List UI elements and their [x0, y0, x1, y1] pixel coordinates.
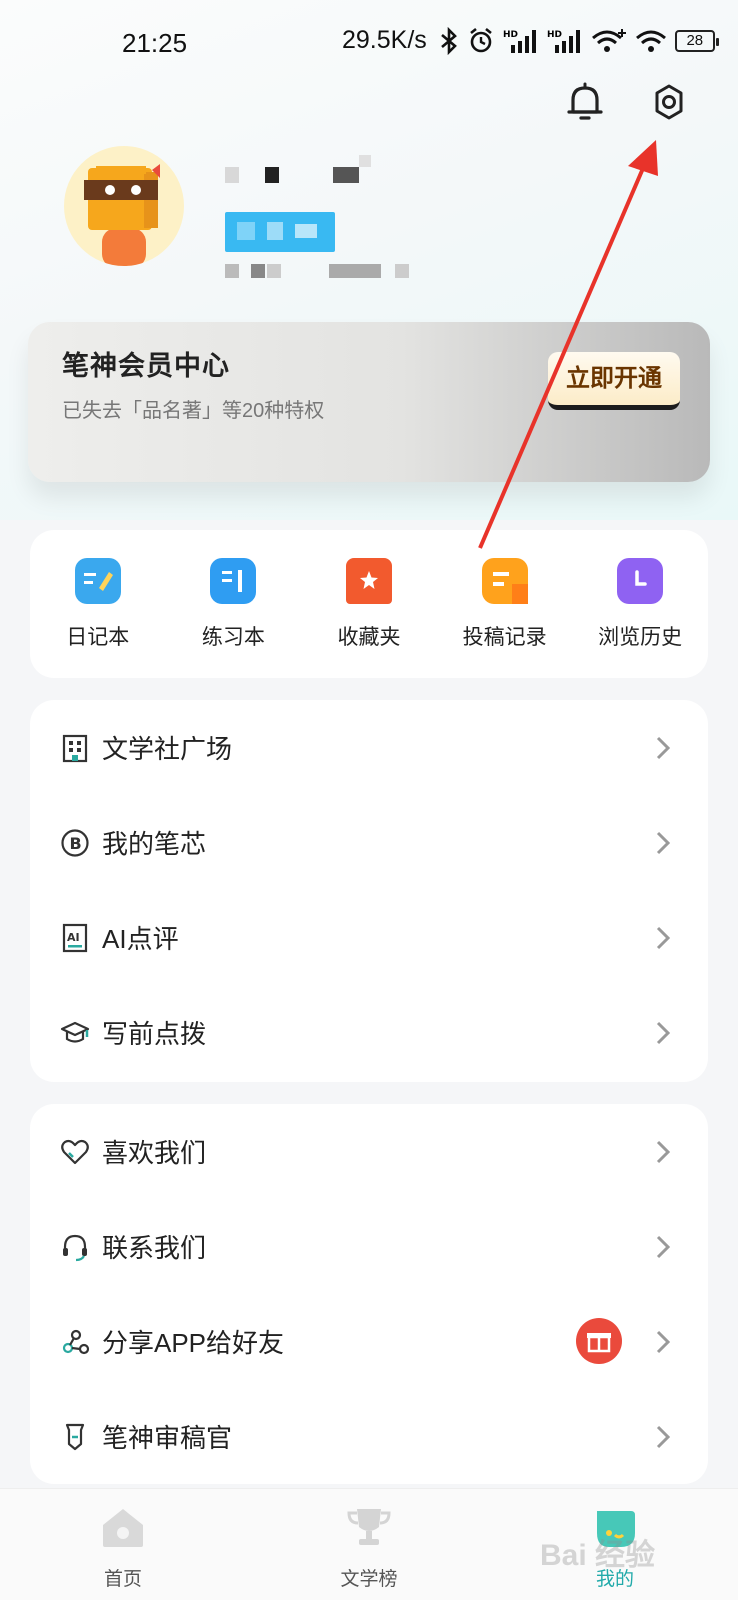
quick-item-submissions[interactable]: 投稿记录	[437, 530, 573, 678]
menu-label: 分享APP给好友	[102, 1328, 285, 1358]
user-info-blurred	[225, 264, 420, 280]
vip-membership-card[interactable]: 笔神会员中心 已失去「品名著」等20种特权 立即开通	[28, 322, 710, 482]
chevron-right-icon	[656, 926, 670, 950]
bluetooth-icon	[440, 26, 457, 55]
coin-b-icon: B	[61, 828, 89, 857]
home-icon	[103, 1509, 143, 1547]
status-time: 21:25	[122, 28, 188, 58]
quick-label: 投稿记录	[462, 626, 547, 649]
heart-icon	[61, 1139, 89, 1164]
quick-label: 练习本	[201, 626, 265, 649]
user-level-badge-blurred	[225, 212, 335, 252]
signal-hd-icon-2: HD	[547, 29, 580, 53]
svg-text:AI: AI	[67, 931, 80, 944]
menu-item-my-refill[interactable]: B 我的笔芯	[30, 795, 708, 890]
user-avatar[interactable]	[64, 146, 184, 266]
vip-subtitle: 已失去「品名著」等20种特权	[62, 400, 325, 422]
favorites-icon	[345, 558, 392, 604]
svg-text:B: B	[70, 834, 82, 853]
chevron-right-icon	[656, 1021, 670, 1045]
practice-book-icon	[210, 558, 257, 604]
quick-item-practice[interactable]: 练习本	[166, 530, 302, 678]
menu-item-reviewer[interactable]: 笔神审稿官	[30, 1389, 708, 1484]
menu-label: 联系我们	[102, 1233, 207, 1263]
chevron-right-icon	[656, 1140, 670, 1164]
quick-item-history[interactable]: 浏览历史	[572, 530, 708, 678]
share-icon	[62, 1329, 90, 1354]
signal-hd-icon: HD	[503, 29, 536, 53]
svg-text:HD: HD	[503, 30, 518, 40]
tab-rankings[interactable]: 文学榜	[246, 1489, 492, 1600]
notification-bell-icon[interactable]	[565, 80, 605, 124]
network-speed: 29.5K/s	[342, 26, 427, 54]
ai-review-icon: AI	[62, 923, 88, 952]
reviewer-badge-icon	[65, 1423, 85, 1450]
menu-item-writing-tips[interactable]: 写前点拨	[30, 985, 708, 1080]
quick-item-diary[interactable]: 日记本	[30, 530, 166, 678]
wifi-plus-icon	[591, 28, 626, 52]
submission-record-icon	[481, 558, 528, 604]
menu-item-literature-square[interactable]: 文学社广场	[30, 700, 708, 795]
chevron-right-icon	[656, 736, 670, 760]
watermark: Bai 经验	[540, 1539, 656, 1572]
robot-mascot-icon	[84, 164, 160, 266]
quick-label: 日记本	[66, 626, 130, 649]
wifi-icon	[635, 30, 666, 52]
headset-icon	[63, 1234, 87, 1261]
chevron-right-icon	[656, 1425, 670, 1449]
menu-label: 笔神审稿官	[102, 1423, 233, 1453]
quick-item-favorites[interactable]: 收藏夹	[301, 530, 437, 678]
settings-gear-icon[interactable]	[650, 83, 688, 121]
menu-label: 我的笔芯	[102, 829, 207, 859]
diary-icon	[74, 558, 121, 604]
menu-label: 写前点拨	[102, 1019, 207, 1049]
tab-home[interactable]: 首页	[0, 1489, 246, 1600]
menu-label: 文学社广场	[102, 734, 233, 764]
menu-card-about: 喜欢我们 联系我们 分享APP给好友 笔神审稿官	[30, 1104, 708, 1484]
tab-label: 首页	[103, 1569, 142, 1590]
quick-access-card: 日记本 练习本 收藏夹 投稿记录 浏览历史	[30, 530, 708, 678]
status-indicators: 29.5K/s HD HD 28	[342, 26, 719, 55]
gift-badge-icon	[576, 1318, 622, 1364]
svg-text:HD: HD	[547, 30, 562, 40]
chevron-right-icon	[656, 1235, 670, 1259]
menu-item-share-app[interactable]: 分享APP给好友	[30, 1294, 708, 1389]
menu-item-like-us[interactable]: 喜欢我们	[30, 1104, 708, 1199]
battery-indicator: 28	[674, 29, 719, 52]
quick-label: 收藏夹	[337, 626, 401, 649]
vip-title: 笔神会员中心	[62, 351, 230, 381]
trophy-icon	[347, 1509, 391, 1545]
username-blurred	[225, 155, 375, 185]
quick-label: 浏览历史	[598, 626, 683, 649]
menu-label: 喜欢我们	[102, 1138, 207, 1168]
menu-item-ai-review[interactable]: AI AI点评	[30, 890, 708, 985]
chevron-right-icon	[656, 1330, 670, 1354]
chevron-right-icon	[656, 831, 670, 855]
building-icon	[62, 734, 88, 762]
menu-item-contact-us[interactable]: 联系我们	[30, 1199, 708, 1294]
menu-label: AI点评	[102, 924, 179, 954]
activate-vip-button[interactable]: 立即开通	[548, 352, 680, 410]
tab-label: 文学榜	[340, 1569, 398, 1590]
menu-card-features: 文学社广场 B 我的笔芯 AI AI点评 写前点拨	[30, 700, 708, 1082]
history-clock-icon	[617, 558, 664, 604]
status-bar: 21:25 29.5K/s HD HD 28	[0, 0, 738, 86]
alarm-icon	[469, 27, 492, 52]
graduation-cap-icon	[60, 1021, 90, 1043]
